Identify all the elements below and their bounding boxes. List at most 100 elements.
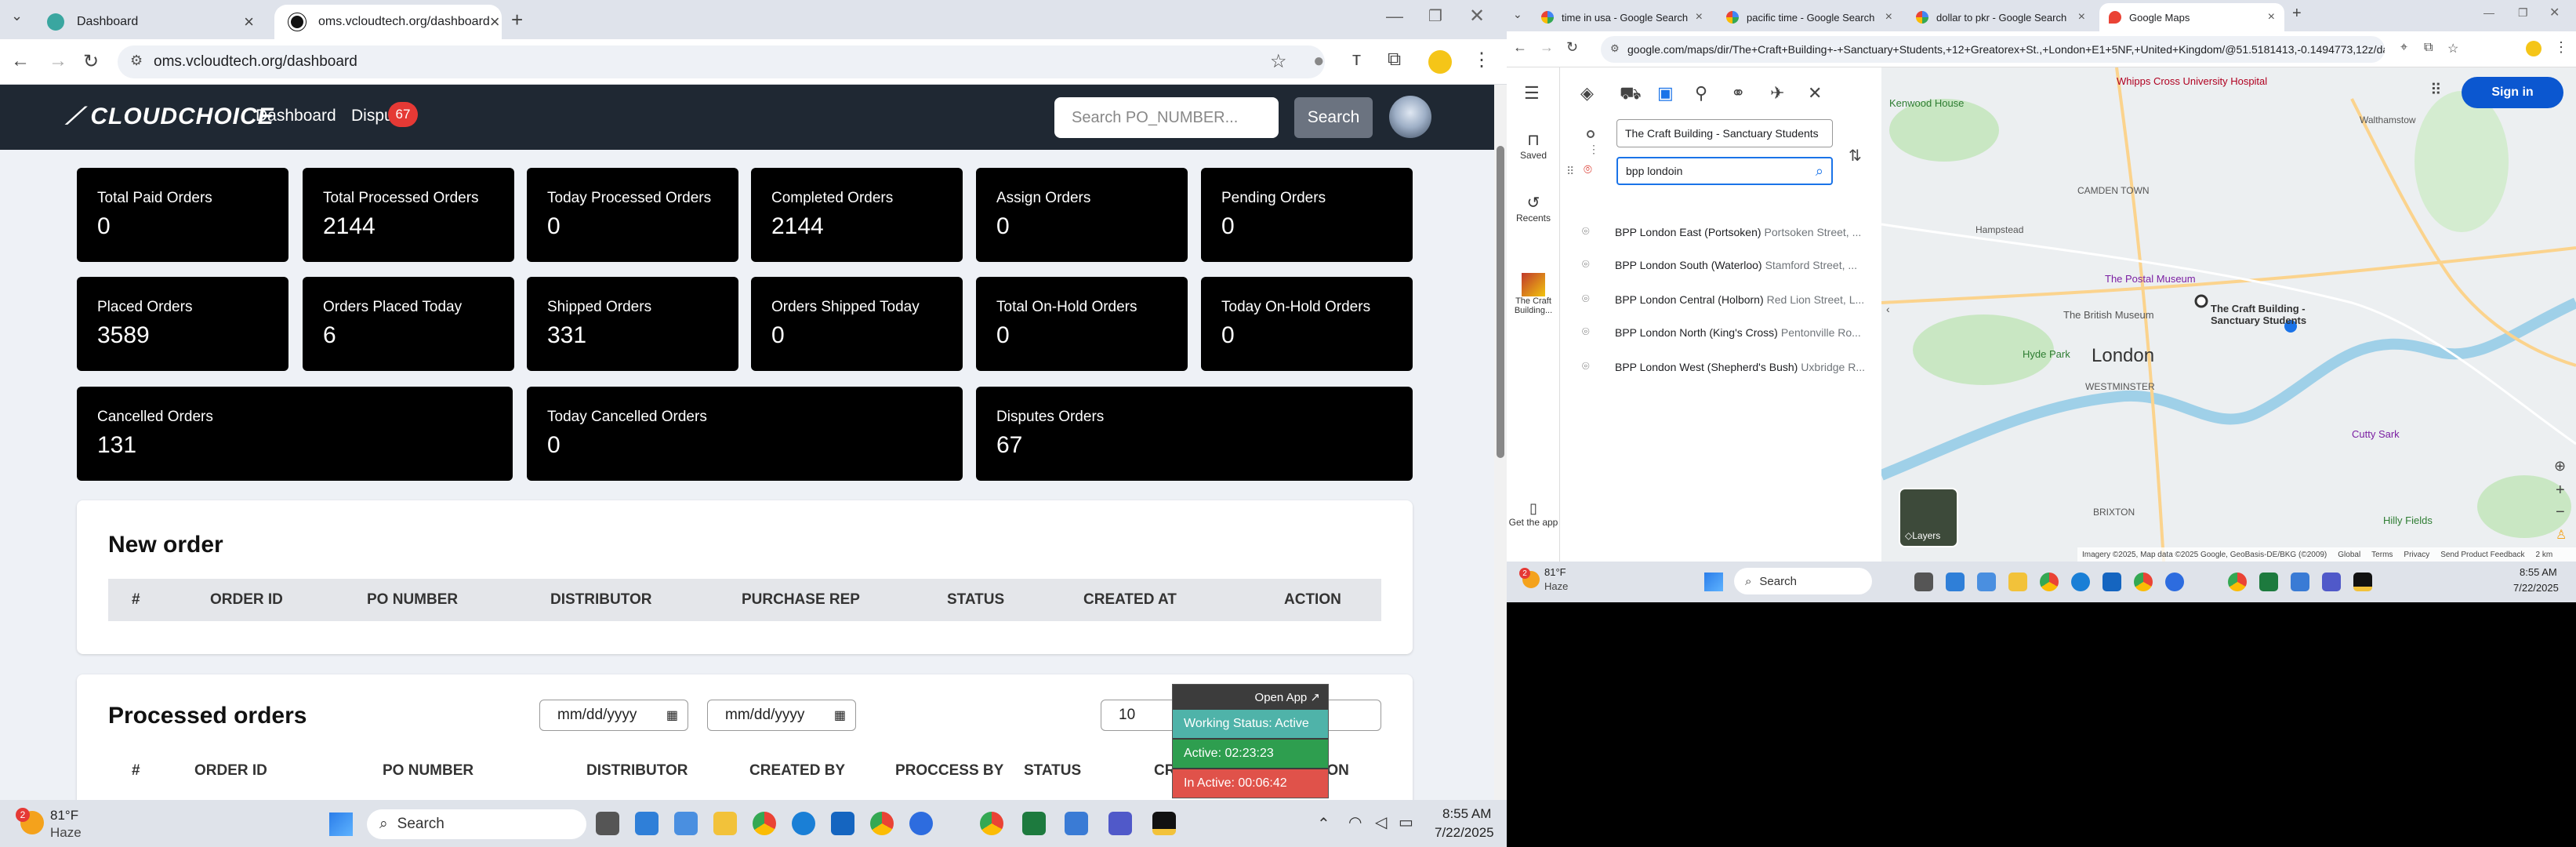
map-label[interactable]: The Postal Museum [2105, 273, 2196, 285]
clock-date[interactable]: 7/22/2025 [2513, 582, 2559, 594]
tab-search-chevron-icon[interactable]: ⌄ [1513, 8, 1522, 21]
suggestion-item[interactable]: ⌾ BPP London Central (Holborn) Red Lion St… [1582, 284, 1880, 315]
close-icon[interactable]: × [244, 12, 254, 32]
bookmark-star-icon[interactable]: ☆ [1270, 50, 1287, 73]
sign-in-button[interactable]: Sign in [2462, 77, 2563, 108]
nav-dashboard[interactable]: Dashboard [256, 107, 336, 125]
map-label[interactable]: Whipps Cross University Hospital [2117, 75, 2267, 87]
map-footer-link[interactable]: Global [2338, 551, 2360, 559]
map-canvas[interactable]: Kenwood House Whipps Cross University Ho… [1881, 67, 2576, 562]
zoom-icon[interactable] [2165, 573, 2184, 591]
clock-date[interactable]: 7/22/2025 [1435, 825, 1494, 841]
map-label[interactable]: Cutty Sark [2352, 428, 2400, 440]
task-view-icon[interactable] [596, 812, 619, 835]
suggestion-item[interactable]: ⌾ BPP London East (Portsoken) Portsoken St… [1582, 216, 1880, 248]
weather-widget[interactable]: 2 [16, 808, 47, 839]
card-completed-orders[interactable]: Completed Orders 2144 [751, 168, 963, 262]
tab-pacific-time[interactable]: pacific time - Google Search × [1717, 3, 1902, 31]
tab-search-chevron-icon[interactable]: ⌄ [11, 8, 23, 24]
card-today-cancelled-orders[interactable]: Today Cancelled Orders 0 [527, 387, 963, 481]
teams-icon[interactable] [1108, 812, 1132, 835]
back-icon[interactable]: ← [1513, 39, 1527, 56]
map-label[interactable]: Kenwood House [1889, 97, 1964, 109]
clock-time[interactable]: 8:55 AM [1442, 806, 1491, 822]
tab-time-in-usa[interactable]: time in usa - Google Search × [1532, 3, 1712, 31]
windows-start-icon[interactable] [329, 812, 353, 836]
task-view-icon[interactable] [1914, 573, 1933, 591]
user-avatar[interactable] [1389, 96, 1431, 138]
outlook-icon[interactable] [831, 812, 854, 835]
excel-icon[interactable] [2259, 573, 2278, 591]
layers-button[interactable]: ◇ Layers [1899, 488, 1958, 547]
card-total-paid-orders[interactable]: Total Paid Orders 0 [77, 168, 288, 262]
location-icon[interactable]: ⌖ [2400, 41, 2407, 55]
card-today-processed-orders[interactable]: Today Processed Orders 0 [527, 168, 738, 262]
close-window-icon[interactable]: ✕ [1469, 5, 1485, 27]
clock-time[interactable]: 8:55 AM [2520, 566, 2557, 578]
close-icon[interactable]: × [1696, 10, 1703, 24]
close-icon[interactable]: × [1885, 10, 1892, 24]
teams-icon[interactable] [2322, 573, 2341, 591]
zoom-icon[interactable] [909, 812, 933, 835]
reload-icon[interactable]: ↻ [1566, 39, 1578, 56]
profile-avatar[interactable] [2526, 41, 2542, 56]
card-orders-placed-today[interactable]: Orders Placed Today 6 [303, 277, 514, 371]
app-icon[interactable] [635, 812, 659, 835]
address-bar[interactable]: ⚙ google.com/maps/dir/The+Craft+Building… [1601, 36, 2385, 63]
tab-google-maps[interactable]: Google Maps × [2099, 3, 2284, 31]
suggestion-item[interactable]: ⌾ BPP London North (King's Cross) Pentonvi… [1582, 317, 1880, 348]
bike-icon[interactable]: ⚭ [1731, 83, 1745, 104]
chrome-icon[interactable] [2040, 573, 2059, 591]
walk-icon[interactable]: ⚲ [1695, 83, 1707, 104]
map-label[interactable]: The British Museum [2063, 309, 2154, 321]
install-icon[interactable]: ⧉ [2424, 41, 2433, 55]
taskbar-search[interactable]: ⌕ Search [367, 809, 586, 839]
card-total-processed-orders[interactable]: Total Processed Orders 2144 [303, 168, 514, 262]
extension-icon[interactable]: ● [1313, 50, 1325, 72]
origin-input[interactable]: The Craft Building - Sanctuary Students [1616, 119, 1833, 147]
map-footer-link[interactable]: Send Product Feedback [2440, 551, 2524, 559]
tray-chevron-icon[interactable]: ⌃ [1317, 814, 1330, 834]
card-assign-orders[interactable]: Assign Orders 0 [976, 168, 1188, 262]
map-place-label[interactable]: The Craft Building - Sanctuary Students [2211, 303, 2328, 326]
battery-icon[interactable]: ▭ [1399, 812, 1413, 832]
sticky-app-icon[interactable] [1152, 812, 1176, 835]
swap-directions-icon[interactable]: ⇅ [1849, 146, 1862, 165]
search-button[interactable]: Search [1294, 97, 1373, 138]
address-bar[interactable]: ⚙ oms.vcloudtech.org/dashboard ☆ [118, 45, 1325, 78]
map-scale[interactable]: 2 km [2536, 551, 2553, 559]
recent-place-item[interactable]: The Craft Building... [1507, 273, 1560, 315]
card-today-on-hold-orders[interactable]: Today On-Hold Orders 0 [1201, 277, 1413, 371]
zoom-out-icon[interactable]: − [2556, 503, 2565, 522]
best-route-icon[interactable]: ◈ [1580, 83, 1594, 104]
card-total-on-hold-orders[interactable]: Total On-Hold Orders 0 [976, 277, 1188, 371]
card-shipped-orders[interactable]: Shipped Orders 331 [527, 277, 738, 371]
puzzle-icon[interactable]: ⧉ [1388, 49, 1401, 71]
collapse-panel-icon[interactable]: ‹ [1886, 303, 1890, 315]
chrome-profile-icon[interactable] [870, 812, 894, 835]
chrome-active-icon[interactable] [980, 812, 1003, 835]
edge-icon[interactable] [792, 812, 815, 835]
tab-oms-dashboard[interactable]: oms.vcloudtech.org/dashboard × [274, 5, 502, 39]
close-window-icon[interactable]: ✕ [2549, 5, 2560, 20]
car-icon[interactable]: ⛟ [1620, 83, 1642, 106]
card-cancelled-orders[interactable]: Cancelled Orders 131 [77, 387, 513, 481]
calculator-icon[interactable] [674, 812, 698, 835]
close-icon[interactable]: × [490, 12, 500, 32]
date-to-input[interactable]: mm/dd/yyyy ▦ [707, 700, 856, 731]
edge-icon[interactable] [2071, 573, 2090, 591]
app-icon[interactable] [1065, 812, 1088, 835]
scrollbar-thumb[interactable] [1497, 146, 1504, 458]
reader-icon[interactable]: ᴛ [1352, 49, 1361, 71]
saved-item[interactable]: ⊓ Saved [1507, 130, 1560, 161]
map-label[interactable]: Hilly Fields [2383, 514, 2433, 526]
close-directions-icon[interactable]: ✕ [1808, 83, 1822, 104]
card-orders-shipped-today[interactable]: Orders Shipped Today 0 [751, 277, 963, 371]
chrome-active-icon[interactable] [2228, 573, 2247, 591]
forward-icon[interactable]: → [1540, 39, 1554, 56]
map-footer-link[interactable]: Terms [2371, 551, 2393, 559]
search-icon[interactable]: ⌕ [1816, 163, 1823, 180]
recents-item[interactable]: ↺ Recents [1507, 193, 1560, 224]
app-icon[interactable] [1946, 573, 1965, 591]
profile-avatar[interactable] [1428, 50, 1452, 74]
